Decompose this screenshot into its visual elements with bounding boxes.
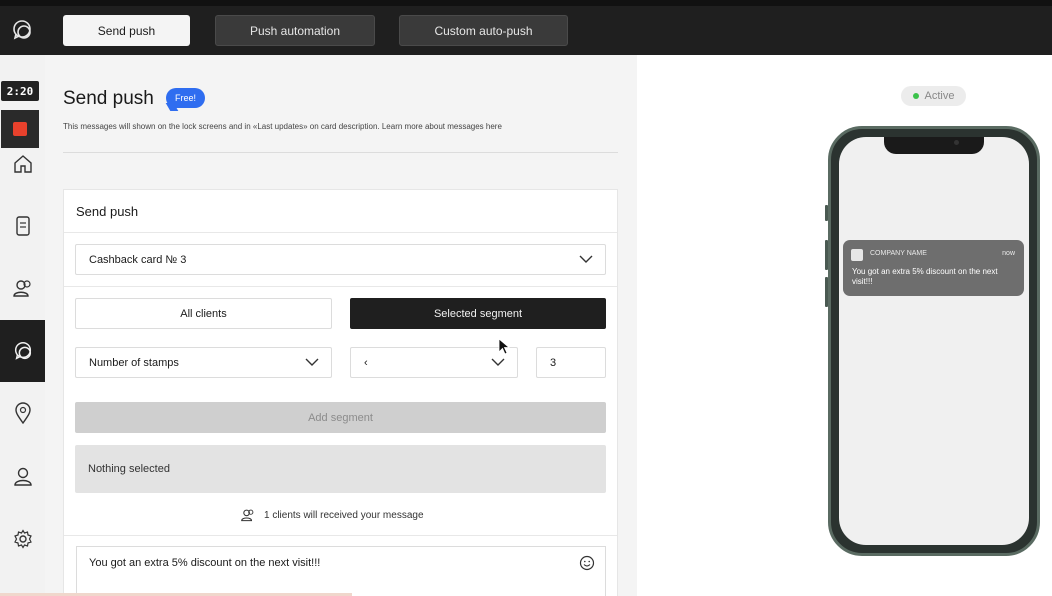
message-text: You got an extra 5% discount on the next… [89, 557, 321, 569]
segment-operator-select[interactable]: ‹ [350, 347, 518, 378]
card-title: Send push [76, 204, 139, 219]
chevron-down-icon [305, 358, 319, 366]
sidebar-item-cards[interactable] [0, 195, 45, 257]
notification-text: You got an extra 5% discount on the next… [852, 267, 998, 286]
segment-operator-value: ‹ [364, 356, 368, 369]
sidebar-item-clients[interactable] [0, 257, 45, 319]
recipients-info: 1 clients will received your message [240, 508, 424, 522]
phone-mockup [828, 126, 1040, 556]
chat-icon [14, 342, 31, 360]
segment-field-value: Number of stamps [89, 356, 179, 369]
stop-recording-button[interactable] [1, 110, 39, 148]
camera-icon [954, 140, 959, 145]
card-divider [64, 535, 617, 536]
notification-company: COMPANY NAME [870, 250, 927, 257]
clients-icon [12, 280, 31, 297]
page-subtitle: This messages will shown on the lock scr… [63, 122, 502, 131]
sidebar-item-locations[interactable] [0, 382, 45, 444]
chevron-down-icon [491, 358, 505, 366]
message-textarea[interactable]: You got an extra 5% discount on the next… [76, 546, 606, 596]
preview-panel: Active COMPANY NAME now You got an extra… [637, 55, 1052, 596]
recording-timer: 2:20 [1, 81, 39, 101]
main-panel: Send push Free! This messages will shown… [45, 55, 637, 596]
segment-value: 3 [550, 356, 557, 369]
location-icon [14, 402, 31, 424]
divider [63, 152, 618, 153]
window-strip [0, 0, 1052, 6]
recipients-text: 1 clients will received your message [264, 509, 424, 521]
free-badge: Free! [166, 88, 205, 108]
stop-icon [13, 122, 27, 136]
mouse-cursor-icon [498, 338, 510, 355]
top-bar: Send push Push automation Custom auto-pu… [0, 0, 1052, 55]
sidebar-item-settings[interactable] [0, 508, 45, 570]
status-label: Active [924, 90, 955, 102]
sidebar-item-push[interactable] [0, 320, 45, 382]
card-select[interactable]: Cashback card № 3 [75, 244, 606, 275]
clients-icon [241, 509, 254, 522]
add-segment-button[interactable]: Add segment [75, 402, 606, 433]
status-dot [912, 93, 919, 99]
status-badge: Active [901, 86, 966, 106]
send-push-card: Send push Cashback card № 3 All clients … [63, 189, 618, 596]
chevron-down-icon [579, 255, 593, 263]
home-icon [13, 155, 32, 173]
app-icon [851, 249, 863, 261]
all-clients-button[interactable]: All clients [75, 298, 332, 329]
segment-field-select[interactable]: Number of stamps [75, 347, 332, 378]
chat-logo-icon[interactable] [10, 18, 34, 42]
page-title: Send push [63, 88, 154, 109]
card-divider [64, 232, 617, 233]
selected-segments-box: Nothing selected [75, 445, 606, 493]
push-notification-preview: COMPANY NAME now You got an extra 5% dis… [843, 240, 1024, 296]
tab-push-automation[interactable]: Push automation [215, 15, 375, 46]
nothing-selected-text: Nothing selected [88, 463, 170, 475]
segment-value-input[interactable]: 3 [536, 347, 606, 378]
emoji-icon[interactable] [579, 555, 595, 571]
phone-screen [839, 137, 1029, 545]
sidebar-item-profile[interactable] [0, 445, 45, 507]
card-divider [64, 286, 617, 287]
free-badge-label: Free! [174, 93, 196, 103]
card-select-value: Cashback card № 3 [89, 253, 187, 266]
tab-custom-auto-push[interactable]: Custom auto-push [399, 15, 568, 46]
tab-send-push[interactable]: Send push [63, 15, 190, 46]
phone-notch [884, 137, 984, 154]
gear-icon [13, 529, 32, 549]
selected-segment-button[interactable]: Selected segment [350, 298, 606, 329]
user-icon [13, 467, 32, 486]
notification-time: now [1002, 250, 1015, 257]
card-icon [15, 216, 30, 236]
